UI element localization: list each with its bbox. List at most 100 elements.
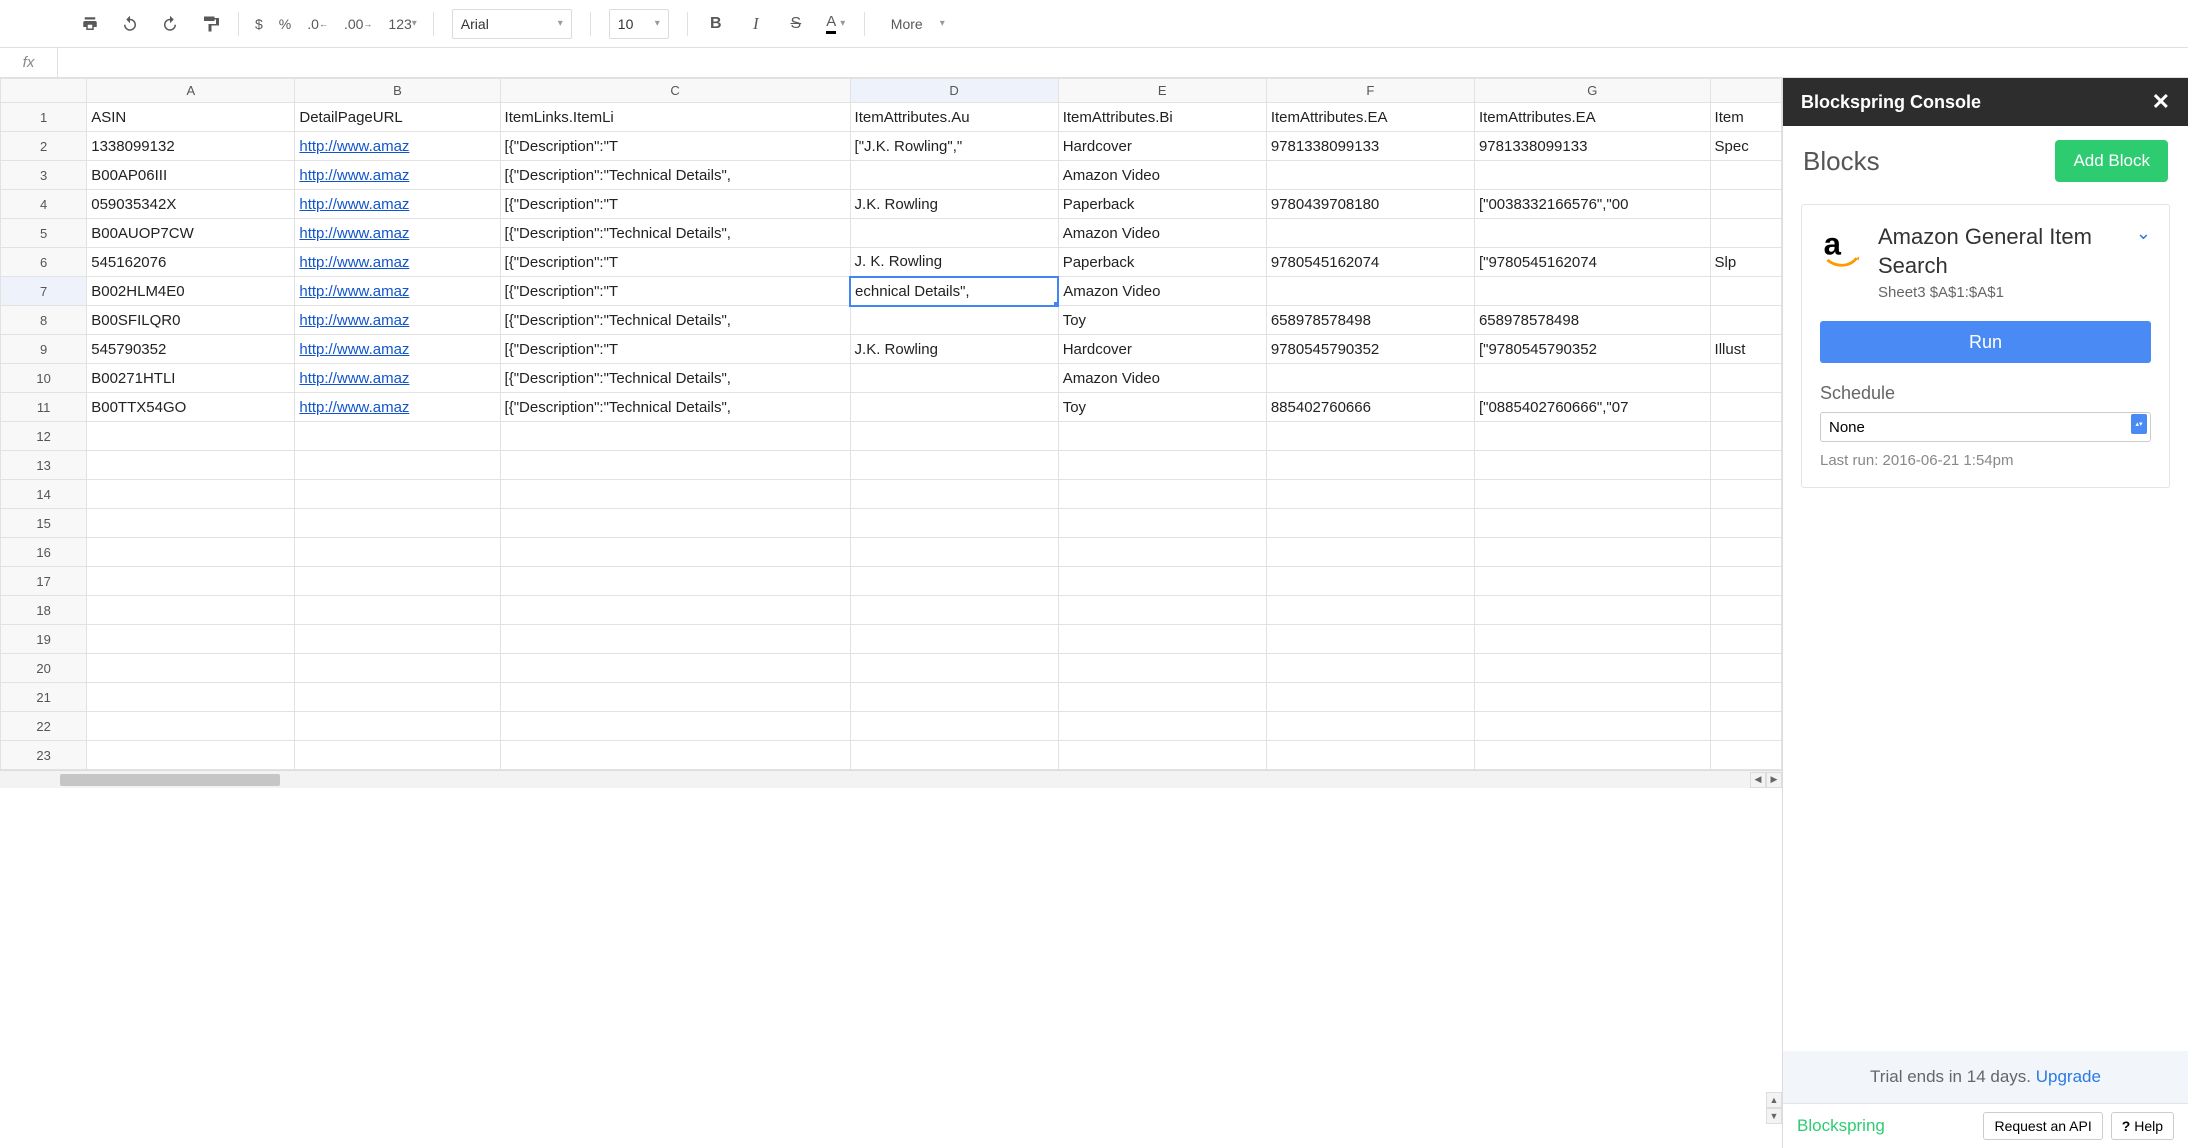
cell[interactable]: ["0885402760666","07 (1474, 393, 1710, 422)
cell[interactable]: ItemAttributes.Bi (1058, 103, 1266, 132)
cell[interactable]: 885402760666 (1266, 393, 1474, 422)
cell[interactable] (1266, 451, 1474, 480)
cell[interactable]: 059035342X (87, 190, 295, 219)
row-header[interactable]: 23 (1, 741, 87, 770)
cell[interactable] (1266, 654, 1474, 683)
row-header[interactable]: 4 (1, 190, 87, 219)
cell[interactable]: B00AUOP7CW (87, 219, 295, 248)
strikethrough-button[interactable]: S (778, 6, 814, 42)
vertical-scroll-arrows[interactable]: ▲ ▼ (1766, 1092, 1782, 1124)
cell[interactable] (1474, 364, 1710, 393)
row-header[interactable]: 21 (1, 683, 87, 712)
cell[interactable] (500, 480, 850, 509)
row-header[interactable]: 11 (1, 393, 87, 422)
cell[interactable]: Amazon Video (1058, 364, 1266, 393)
cell[interactable] (87, 683, 295, 712)
cell[interactable] (1058, 596, 1266, 625)
cell[interactable]: ["9780545790352 (1474, 335, 1710, 364)
column-header[interactable]: F (1266, 79, 1474, 103)
row-header[interactable]: 2 (1, 132, 87, 161)
cell[interactable] (295, 538, 500, 567)
cell[interactable] (1266, 509, 1474, 538)
cell[interactable] (850, 712, 1058, 741)
row-header[interactable]: 20 (1, 654, 87, 683)
cell[interactable]: 9781338099133 (1474, 132, 1710, 161)
cell[interactable] (1474, 625, 1710, 654)
run-button[interactable]: Run (1820, 321, 2151, 363)
column-header[interactable]: B (295, 79, 500, 103)
cell[interactable]: 9780439708180 (1266, 190, 1474, 219)
cell[interactable] (1058, 741, 1266, 770)
cell[interactable]: 9780545162074 (1266, 248, 1474, 277)
scroll-right-icon[interactable]: ▶ (1766, 772, 1782, 788)
cell[interactable] (1058, 480, 1266, 509)
italic-button[interactable]: I (738, 6, 774, 42)
cell[interactable] (1058, 509, 1266, 538)
cell[interactable]: http://www.amaz (295, 248, 500, 277)
cell[interactable]: http://www.amaz (295, 306, 500, 335)
cell[interactable] (500, 683, 850, 712)
cell[interactable] (850, 683, 1058, 712)
font-family-select[interactable]: Arial▾ (452, 9, 572, 39)
row-header[interactable]: 15 (1, 509, 87, 538)
cell[interactable]: [{"Description":"T (500, 132, 850, 161)
decrease-decimal-button[interactable]: .0← (301, 6, 334, 42)
row-header[interactable]: 12 (1, 422, 87, 451)
cell[interactable]: [{"Description":"Technical Details", (500, 161, 850, 190)
cell[interactable] (850, 567, 1058, 596)
cell[interactable]: Hardcover (1058, 132, 1266, 161)
cell[interactable] (87, 509, 295, 538)
cell[interactable]: Slp (1710, 248, 1781, 277)
cell[interactable] (500, 422, 850, 451)
cell[interactable]: Toy (1058, 393, 1266, 422)
cell[interactable] (87, 741, 295, 770)
column-header[interactable]: A (87, 79, 295, 103)
request-api-button[interactable]: Request an API (1983, 1112, 2102, 1140)
cell[interactable] (850, 538, 1058, 567)
cell[interactable] (295, 625, 500, 654)
cell[interactable] (87, 451, 295, 480)
cell[interactable]: [{"Description":"Technical Details", (500, 393, 850, 422)
cell[interactable]: Amazon Video (1058, 277, 1266, 306)
cell[interactable]: [{"Description":"T (500, 190, 850, 219)
cell[interactable] (1266, 422, 1474, 451)
print-icon[interactable] (72, 6, 108, 42)
cell[interactable] (1474, 538, 1710, 567)
add-block-button[interactable]: Add Block (2055, 140, 2168, 182)
select-all-corner[interactable] (1, 79, 87, 103)
cell[interactable]: B002HLM4E0 (87, 277, 295, 306)
row-header[interactable]: 5 (1, 219, 87, 248)
cell[interactable]: 658978578498 (1266, 306, 1474, 335)
row-header[interactable]: 14 (1, 480, 87, 509)
cell[interactable]: Paperback (1058, 248, 1266, 277)
cell[interactable] (1710, 364, 1781, 393)
cell[interactable]: ["9780545162074 (1474, 248, 1710, 277)
redo-icon[interactable] (152, 6, 188, 42)
cell[interactable] (500, 567, 850, 596)
cell[interactable] (295, 480, 500, 509)
cell[interactable]: J. K. Rowling (850, 248, 1058, 277)
cell[interactable] (1474, 567, 1710, 596)
cell[interactable] (1058, 683, 1266, 712)
row-header[interactable]: 19 (1, 625, 87, 654)
cell[interactable] (1710, 654, 1781, 683)
cell[interactable] (500, 712, 850, 741)
cell[interactable]: ItemAttributes.Au (850, 103, 1058, 132)
cell[interactable] (1710, 190, 1781, 219)
row-header[interactable]: 8 (1, 306, 87, 335)
row-header[interactable]: 7 (1, 277, 87, 306)
row-header[interactable]: 9 (1, 335, 87, 364)
cell[interactable] (295, 422, 500, 451)
cell[interactable] (1474, 161, 1710, 190)
cell[interactable] (1474, 712, 1710, 741)
cell[interactable] (500, 654, 850, 683)
cell[interactable] (1710, 538, 1781, 567)
cell[interactable] (850, 625, 1058, 654)
cell[interactable]: B00AP06III (87, 161, 295, 190)
paint-format-icon[interactable] (192, 6, 228, 42)
cell[interactable] (1474, 741, 1710, 770)
cell[interactable] (295, 712, 500, 741)
cell[interactable] (1710, 712, 1781, 741)
cell[interactable] (1058, 625, 1266, 654)
cell[interactable] (1710, 509, 1781, 538)
